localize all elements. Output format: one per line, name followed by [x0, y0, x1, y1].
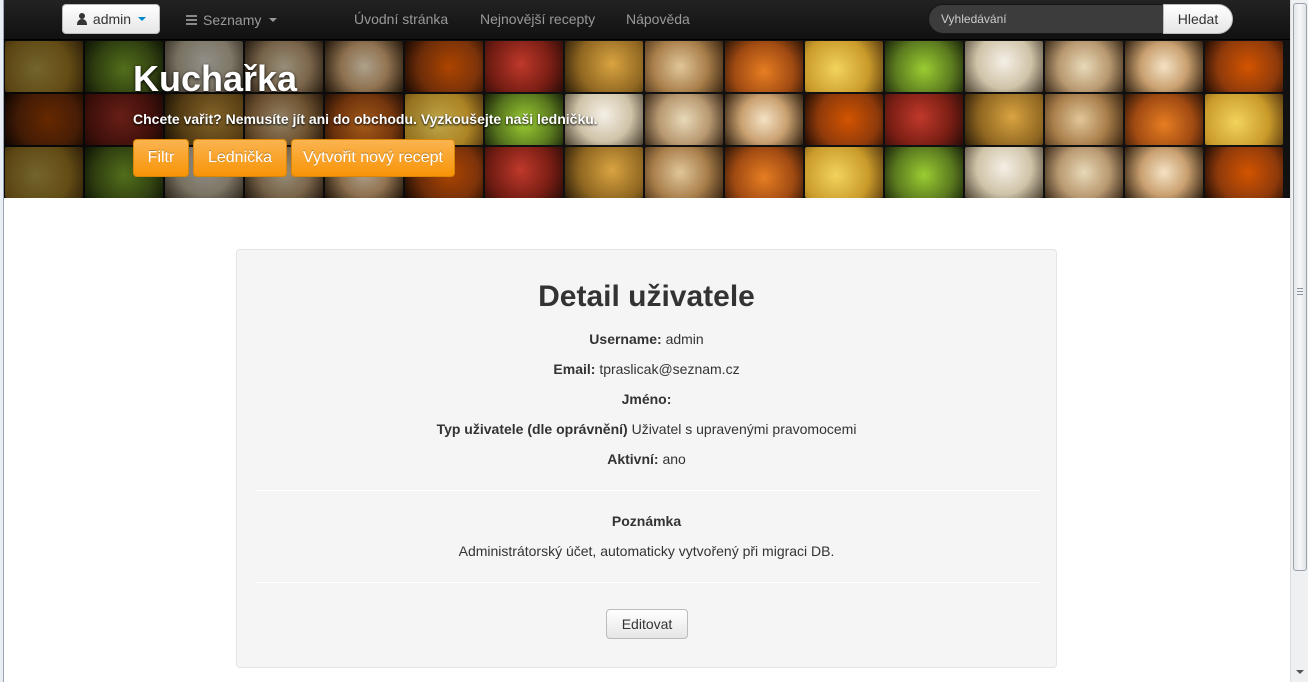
fridge-button[interactable]: Lednička: [193, 139, 287, 177]
create-recipe-button[interactable]: Vytvořit nový recept: [291, 139, 455, 177]
username-value: admin: [665, 331, 704, 347]
email-row: Email: tpraslicak@seznam.cz: [237, 361, 1056, 377]
food-photo-tile: [565, 41, 643, 92]
filter-button[interactable]: Filtr: [133, 139, 189, 177]
user-menu-button[interactable]: admin: [62, 4, 160, 34]
username-row: Username: admin: [237, 331, 1056, 347]
page: admin Seznamy Úvodní stránka Nejnovější …: [0, 0, 1308, 682]
note-label: Poznámka: [611, 513, 682, 529]
food-photo-tile: [1205, 147, 1283, 198]
top-navbar: admin Seznamy Úvodní stránka Nejnovější …: [4, 0, 1290, 40]
grip-icon: [1297, 288, 1303, 295]
lists-menu-label: Seznamy: [203, 12, 262, 28]
user-detail-card: Detail uživatele Username: admin Email: …: [236, 249, 1057, 668]
food-photo-tile: [725, 41, 803, 92]
food-photo-tile: [725, 147, 803, 198]
food-photo-tile: [725, 94, 803, 145]
site-subtitle: Chcete vařit? Nemusíte jít ani do obchod…: [133, 111, 598, 127]
note-heading-row: Poznámka: [237, 513, 1056, 529]
food-photo-tile: [565, 147, 643, 198]
food-photo-tile: [1205, 41, 1283, 92]
nav-link-home[interactable]: Úvodní stránka: [354, 0, 448, 40]
chevron-down-icon: [269, 18, 278, 22]
user-type-value: Uživatel s upravenými pravomocemi: [631, 421, 857, 437]
food-photo-tile: [965, 147, 1043, 198]
nav-link-help[interactable]: Nápověda: [626, 0, 690, 40]
divider: [255, 490, 1040, 491]
food-photo-tile: [1125, 147, 1203, 198]
chevron-down-icon: [138, 17, 147, 21]
arrow-down-icon: [1296, 670, 1304, 674]
food-photo-tile: [805, 94, 883, 145]
hero-banner: Kuchařka Chcete vařit? Nemusíte jít ani …: [4, 40, 1290, 198]
food-photo-tile: [645, 147, 723, 198]
active-label: Aktivní:: [607, 451, 659, 467]
edit-button[interactable]: Editovat: [606, 609, 688, 639]
lists-menu[interactable]: Seznamy: [186, 0, 278, 40]
food-photo-tile: [805, 41, 883, 92]
user-type-label: Typ uživatele (dle oprávnění): [436, 421, 628, 437]
username-label: Username:: [589, 331, 662, 347]
active-value: ano: [662, 451, 686, 467]
note-text: Administrátorský účet, automaticky vytvo…: [458, 543, 835, 559]
list-icon: [186, 15, 197, 25]
search-input[interactable]: [928, 4, 1164, 34]
active-row: Aktivní: ano: [237, 451, 1056, 467]
page-title: Detail uživatele: [538, 280, 755, 313]
food-photo-tile: [965, 94, 1043, 145]
food-photo-tile: [885, 147, 963, 198]
food-photo-tile: [645, 41, 723, 92]
food-photo-tile: [885, 41, 963, 92]
user-icon: [76, 13, 88, 25]
food-photo-tile: [1205, 94, 1283, 145]
divider: [255, 582, 1040, 583]
user-menu-label: admin: [92, 11, 132, 27]
email-value: tpraslicak@seznam.cz: [599, 361, 740, 377]
name-row: Jméno:: [237, 391, 1056, 407]
scrollbar-thumb[interactable]: [1293, 3, 1307, 571]
name-label: Jméno:: [621, 391, 672, 407]
food-photo-tile: [1045, 94, 1123, 145]
food-photo-tile: [645, 94, 723, 145]
food-photo-tile: [1125, 94, 1203, 145]
food-photo-tile: [1045, 41, 1123, 92]
food-photo-tile: [805, 147, 883, 198]
user-type-row: Typ uživatele (dle oprávnění) Uživatel s…: [237, 421, 1056, 437]
food-photo-tile: [965, 41, 1043, 92]
search-button[interactable]: Hledat: [1163, 4, 1233, 34]
email-label: Email:: [553, 361, 596, 377]
vertical-scrollbar[interactable]: [1290, 0, 1308, 682]
food-photo-tile: [885, 94, 963, 145]
food-photo-tile: [1045, 147, 1123, 198]
nav-link-newest-recipes[interactable]: Nejnovější recepty: [480, 0, 595, 40]
scroll-down-button[interactable]: [1293, 664, 1307, 680]
site-title: Kuchařka: [133, 58, 298, 99]
food-photo-tile: [1125, 41, 1203, 92]
